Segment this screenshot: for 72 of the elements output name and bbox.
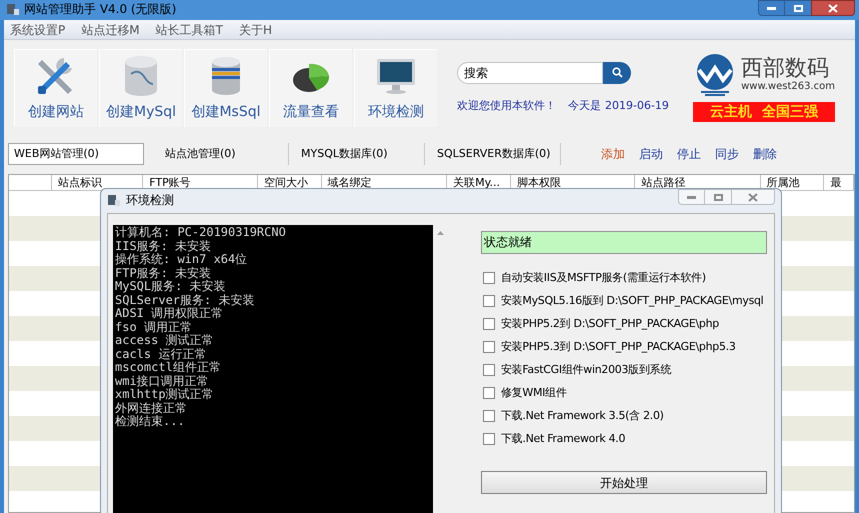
search-button[interactable] [603,62,631,84]
toolbar-button[interactable]: 创建网站 [14,49,97,127]
close-icon [828,4,838,12]
search-icon [612,67,622,78]
dialog-title: 环境检测 [126,192,174,209]
close-button[interactable] [811,0,855,16]
console-line: 检测结束... [115,415,186,428]
minimize-button[interactable] [678,189,705,205]
console-line: 外网连接正常 [115,402,188,415]
tab[interactable]: SQLSERVER数据库(0) [425,143,561,165]
toolbar-button[interactable]: 流量查看 [269,49,352,127]
toolbar-button[interactable]: 创建MsSql [184,49,267,127]
maximize-button[interactable] [705,189,731,205]
action-link[interactable]: 停止 [677,145,701,163]
option-label: 下载.Net Framework 3.5(含 2.0) [501,408,664,424]
date-label: 今天是 [568,98,601,114]
welcome-text: 欢迎您使用本软件！ [457,98,556,114]
option-label: 下载.Net Framework 4.0 [501,430,626,447]
console-line: IIS服务: 未安装 [115,240,212,252]
console-line: ADSI 调用权限正常 [115,307,224,320]
console-line: SQLServer服务: 未安装 [115,294,256,307]
close-icon [748,192,758,202]
console-line: FTP服务: 未安装 [115,266,212,280]
start-button[interactable]: 开始处理 [481,471,767,494]
toolbar-button[interactable]: 创建MySql [99,49,182,127]
tab[interactable]: 站点池管理(0) [153,143,289,165]
option-label: 自动安装IIS及MSFTP服务(需重运行本软件) [501,270,706,286]
menu-item[interactable]: 关于H [238,20,272,38]
checkbox[interactable] [483,295,495,307]
checkbox[interactable] [483,318,495,330]
console-line: 计算机名: PC-20190319RCNO [115,226,287,240]
option-label: 安装MySQL5.16版到 D:\SOFT_PHP_PACKAGE\mysql [501,292,764,309]
search-field[interactable]: 搜索 [457,62,603,84]
date-text: 2019-06-19 [605,98,669,114]
brand-name: 西部数码 [741,57,830,81]
checkbox[interactable] [483,364,495,376]
scroll-up-icon [437,231,444,235]
brand-url: www.west263.com [741,81,835,93]
action-link[interactable]: 删除 [753,145,777,163]
app-icon [6,2,20,16]
action-link[interactable]: 同步 [715,145,739,163]
checkbox[interactable] [483,272,495,284]
maximize-button[interactable] [785,0,811,16]
toolbar-button[interactable]: 环境检测 [354,49,437,127]
console-line: fso 调用正常 [115,320,193,334]
menu-item[interactable]: 系统设置P [10,20,66,38]
console-line: mscomctl组件正常 [115,361,222,374]
checkbox[interactable] [483,410,495,422]
console-line: xmlhttp测试正常 [115,388,215,402]
console-line: 操作系统: win7 x64位 [115,253,248,266]
menu-item[interactable]: 站长工具箱T [156,20,223,38]
option-label: 安装PHP5.3到 D:\SOFT_PHP_PACKAGE\php5.3 [501,338,736,355]
action-link[interactable]: 启动 [639,145,663,163]
console-line: access 测试正常 [115,334,215,348]
checkbox[interactable] [483,341,495,353]
checkbox[interactable] [483,387,495,399]
menu-item[interactable]: 站点迁移M [81,20,140,38]
tab[interactable]: WEB网站管理(0) [8,143,144,165]
minimize-button[interactable] [758,0,785,16]
option-label: 安装PHP5.2到 D:\SOFT_PHP_PACKAGE\php [501,316,719,332]
console-line: wmi接口调用正常 [115,374,210,388]
option-label: 修复WMI组件 [501,384,567,401]
option-label: 安装FastCGI组件win2003版到系统 [501,362,671,378]
action-link[interactable]: 添加 [601,145,625,163]
console-line: cacls 运行正常 [115,348,208,361]
app-icon [107,193,121,207]
checkbox[interactable] [483,433,495,445]
status-field: 状态就绪 [481,231,767,254]
console-line: MySQL服务: 未安装 [115,280,227,294]
window-title: 网站管理助手 V4.0 (无限版) [24,1,176,18]
column-header[interactable]: 最 [824,175,854,190]
tab[interactable]: MYSQL数据库(0) [289,143,425,165]
